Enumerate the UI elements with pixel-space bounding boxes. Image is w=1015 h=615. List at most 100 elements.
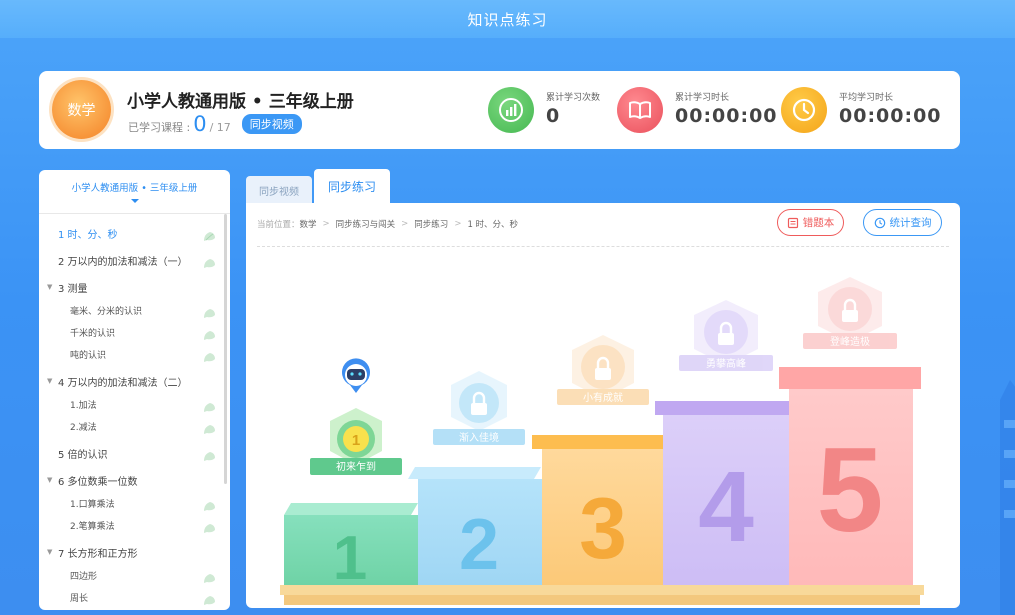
stat-study-time: 累计学习时长 00:00:00 bbox=[617, 87, 778, 133]
toc-subitem[interactable]: 毫米、分米的认识 bbox=[39, 300, 224, 320]
badge-title: 渐入佳境 bbox=[459, 431, 499, 444]
sync-video-badge[interactable]: 同步视频 bbox=[241, 114, 302, 134]
toc-item-label: 2.减法 bbox=[70, 422, 97, 433]
level-badge-4[interactable]: 勇攀高峰 bbox=[679, 300, 773, 371]
chapter-sidebar: 小学人教通用版 • 三年级上册 1 时、分、秒 2 万以内的加法和减法（一） ▼… bbox=[39, 170, 230, 610]
toc-subitem[interactable]: 1.口算乘法 bbox=[39, 493, 224, 513]
toc-item-label: 2 万以内的加法和减法（一） bbox=[58, 256, 188, 268]
toc-item-label: 1 时、分、秒 bbox=[58, 229, 118, 241]
practice-panel: 当前位置： 数学 > 同步练习与闯关 > 同步练习 > 1 时、分、秒 错题本 … bbox=[246, 203, 960, 608]
toc-subitem[interactable]: 1.加法 bbox=[39, 394, 224, 414]
leaf-icon bbox=[202, 304, 217, 323]
book-icon bbox=[617, 87, 663, 133]
caret-down-icon: ▼ bbox=[47, 283, 53, 291]
toc-item-label: 毫米、分米的认识 bbox=[70, 306, 143, 317]
level-badge-1[interactable]: 1 初来乍到 bbox=[310, 408, 402, 475]
book-title: 小学人教通用版 • 三年级上册 bbox=[127, 92, 354, 112]
leaf-icon bbox=[202, 447, 217, 466]
bar-chart-icon bbox=[488, 87, 534, 133]
leaf-icon bbox=[202, 254, 217, 273]
toc-item[interactable]: ▼ 6 多位数乘一位数 bbox=[39, 470, 224, 490]
page-title: 知识点练习 bbox=[467, 10, 548, 29]
progress-total: / 17 bbox=[209, 121, 231, 134]
podium-number: 1 bbox=[333, 524, 367, 593]
toc-subitem[interactable]: 2.笔算乘法 bbox=[39, 515, 224, 535]
toc-subitem[interactable]: 四边形 bbox=[39, 565, 224, 585]
podium-base bbox=[280, 585, 924, 595]
caret-down-icon: ▼ bbox=[47, 548, 53, 556]
level-badge-2[interactable]: 渐入佳境 bbox=[433, 371, 525, 445]
subject-badge: 数学 bbox=[52, 80, 111, 139]
badge-title: 登峰造极 bbox=[830, 335, 870, 348]
podium-number: 4 bbox=[698, 451, 754, 563]
sidebar-title: 小学人教通用版 • 三年级上册 bbox=[71, 183, 198, 194]
course-header-card: 数学 小学人教通用版 • 三年级上册 已学习课程 : 0 / 17 同步视频 累… bbox=[39, 71, 960, 149]
progress-done: 0 bbox=[193, 112, 207, 136]
leaf-icon bbox=[202, 420, 217, 439]
podium-number: 5 bbox=[817, 423, 884, 557]
toc-item-label: 周长 bbox=[70, 593, 89, 604]
podium-block-2[interactable]: 2 bbox=[408, 467, 542, 585]
stat-value: 00:00:00 bbox=[675, 104, 778, 127]
podium-number: 3 bbox=[579, 481, 627, 577]
podium-block-3[interactable]: 3 bbox=[532, 435, 663, 585]
toc-item-label: 四边形 bbox=[70, 571, 98, 582]
toc-subitem[interactable]: 千米的认识 bbox=[39, 322, 224, 342]
level-badge-5[interactable]: 登峰造极 bbox=[803, 277, 897, 349]
stat-value: 0 bbox=[546, 104, 561, 127]
clock-icon bbox=[781, 87, 827, 133]
tab-sync-practice[interactable]: 同步练习 bbox=[314, 169, 390, 204]
leaf-icon bbox=[202, 227, 217, 246]
level-badge-3[interactable]: 小有成就 bbox=[557, 335, 649, 405]
toc-item-label: 1.口算乘法 bbox=[70, 499, 115, 510]
toc-item-label: 7 长方形和正方形 bbox=[58, 548, 138, 560]
progress-label: 已学习课程 : bbox=[128, 121, 191, 134]
caret-down-icon: ▼ bbox=[47, 476, 53, 484]
leaf-icon bbox=[202, 326, 217, 345]
sidebar-scrollbar[interactable] bbox=[224, 214, 227, 484]
leaf-icon bbox=[202, 591, 217, 610]
lighthouse-decoration bbox=[1000, 380, 1015, 615]
podium-block-5[interactable]: 5 bbox=[779, 367, 921, 585]
leaf-icon bbox=[202, 348, 217, 367]
toc-item-label: 1.加法 bbox=[70, 400, 97, 411]
toc-item[interactable]: ▼ 7 长方形和正方形 bbox=[39, 542, 224, 562]
toc-item-label: 5 倍的认识 bbox=[58, 449, 108, 461]
toc-subitem[interactable]: 吨的认识 bbox=[39, 344, 224, 364]
podium-base-shadow bbox=[284, 595, 920, 605]
toc-item[interactable]: ▼ 4 万以内的加法和减法（二） bbox=[39, 371, 224, 391]
toc-item-label: 3 测量 bbox=[58, 283, 88, 295]
toc-item[interactable]: 1 时、分、秒 bbox=[39, 223, 224, 243]
leaf-icon bbox=[202, 569, 217, 588]
badge-title: 初来乍到 bbox=[336, 460, 376, 473]
podium-number: 2 bbox=[459, 505, 499, 585]
stat-value: 00:00:00 bbox=[839, 104, 942, 127]
leaf-icon bbox=[202, 497, 217, 516]
stat-avg-time: 平均学习时长 00:00:00 bbox=[781, 87, 942, 133]
sidebar-book-selector[interactable]: 小学人教通用版 • 三年级上册 bbox=[39, 170, 230, 214]
toc-item-label: 吨的认识 bbox=[70, 350, 107, 361]
toc-item[interactable]: 2 万以内的加法和减法（一） bbox=[39, 250, 224, 270]
leaf-icon bbox=[202, 398, 217, 417]
top-bar: 知识点练习 bbox=[0, 0, 1015, 38]
badge-title: 勇攀高峰 bbox=[706, 357, 746, 370]
leaf-icon bbox=[202, 519, 217, 538]
chevron-down-icon bbox=[130, 199, 139, 203]
robot-marker-icon bbox=[342, 358, 370, 393]
toc-subitem[interactable]: 2.减法 bbox=[39, 416, 224, 436]
podium-block-1[interactable]: 1 bbox=[284, 503, 418, 593]
toc-item[interactable]: 5 倍的认识 bbox=[39, 443, 224, 463]
toc-item[interactable]: ▼ 3 测量 bbox=[39, 277, 224, 297]
stat-label: 累计学习次数 bbox=[546, 92, 601, 103]
level-podium: 1 2 3 4 5 1 初来乍到 渐入佳境 小有成就 勇攀高峰 登峰造极 bbox=[280, 277, 924, 605]
course-progress: 已学习课程 : 0 / 17 同步视频 bbox=[128, 112, 302, 137]
tab-sync-video[interactable]: 同步视频 bbox=[246, 176, 312, 204]
toc-subitem[interactable]: 周长 bbox=[39, 587, 224, 607]
toc-item-label: 6 多位数乘一位数 bbox=[58, 476, 138, 488]
toc-item-label: 千米的认识 bbox=[70, 328, 116, 339]
badge-number: 1 bbox=[352, 432, 360, 449]
badge-title: 小有成就 bbox=[583, 391, 623, 404]
podium-block-4[interactable]: 4 bbox=[655, 401, 789, 585]
toc-item-label: 2.笔算乘法 bbox=[70, 521, 115, 532]
stat-study-count: 累计学习次数 0 bbox=[488, 87, 600, 133]
